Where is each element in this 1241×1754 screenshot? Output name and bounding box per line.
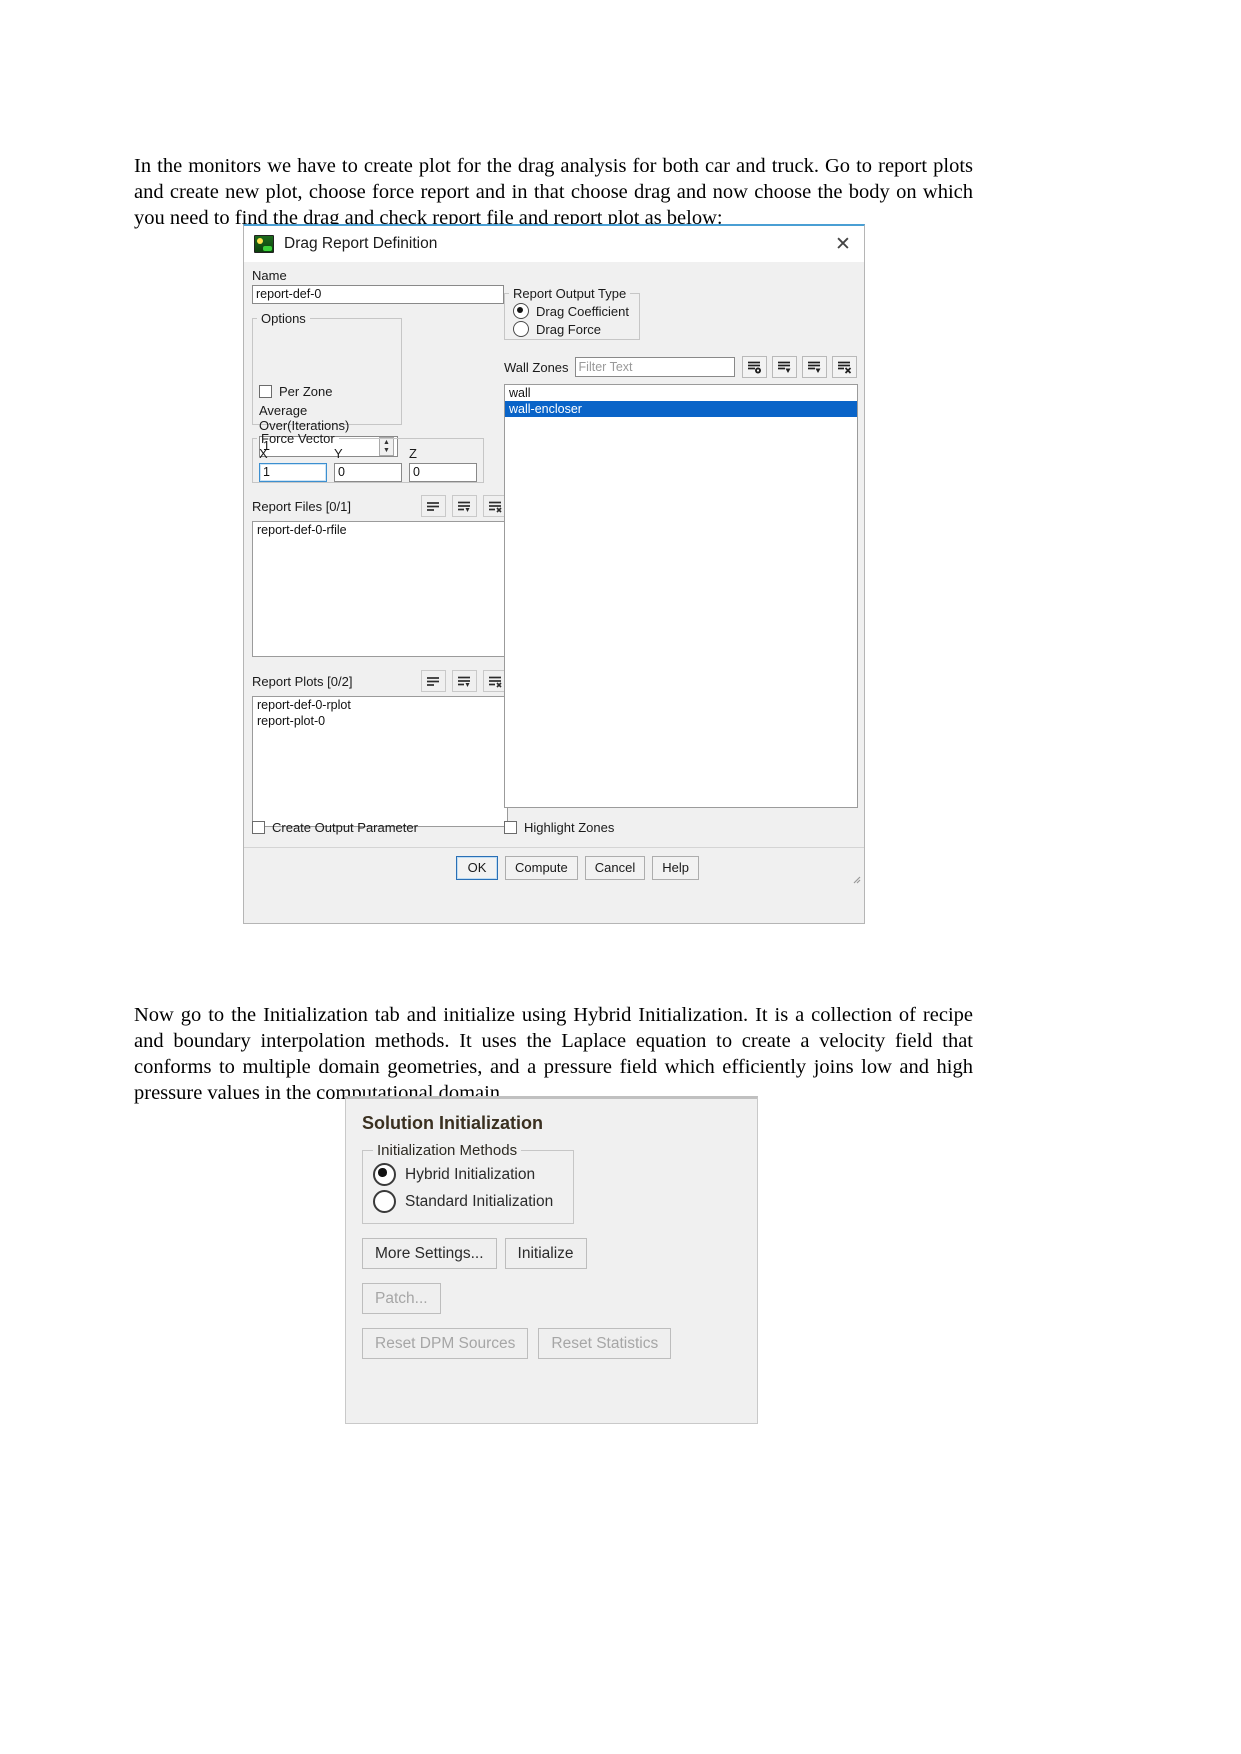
force-vector-z-label: Z [409, 446, 417, 461]
deselect-zones-icon[interactable] [771, 356, 797, 378]
report-files-listbox[interactable]: report-def-0-rfile [252, 521, 508, 657]
resize-grip-icon[interactable] [849, 872, 861, 884]
options-group: Options Per Zone Average Over(Iterations… [252, 311, 402, 457]
solution-initialization-title: Solution Initialization [362, 1113, 543, 1133]
radio-hybrid-initialization-label: Hybrid Initialization [405, 1165, 536, 1183]
help-button[interactable]: Help [652, 855, 699, 880]
highlight-zones-label: Highlight Zones [524, 819, 615, 835]
radio-drag-coefficient-icon[interactable] [513, 303, 529, 319]
initialization-methods-group: Initialization Methods Hybrid Initializa… [362, 1142, 574, 1224]
radio-standard-initialization-label: Standard Initialization [405, 1192, 554, 1210]
dialog-title: Drag Report Definition [284, 235, 438, 252]
report-output-type-group: Report Output Type Drag Coefficient Drag… [504, 286, 640, 340]
drag-report-definition-dialog: Drag Report Definition ✕ Name report-def… [243, 224, 865, 924]
wall-zones-listbox[interactable]: wall wall-encloser [504, 384, 858, 808]
options-legend: Options [261, 311, 306, 326]
fluent-app-icon [254, 235, 274, 253]
name-label: Name [252, 268, 287, 283]
create-output-parameter-row[interactable]: Create Output Parameter [252, 820, 504, 835]
highlight-zones-row[interactable]: Highlight Zones [504, 820, 614, 835]
reset-statistics-button[interactable]: Reset Statistics [538, 1328, 672, 1359]
edit-report-plot-icon[interactable] [452, 670, 477, 692]
force-vector-x-input[interactable]: 1 [259, 463, 327, 482]
list-item[interactable]: report-def-0-rplot [253, 697, 507, 713]
highlight-zones-checkbox[interactable] [504, 820, 517, 834]
force-vector-y-label: Y [334, 446, 343, 461]
wall-zones-filter-input[interactable]: Filter Text [574, 357, 735, 377]
wall-zones-label: Wall Zones [504, 359, 569, 375]
report-plots-listbox[interactable]: report-def-0-rplot report-plot-0 [252, 696, 508, 827]
cancel-button[interactable]: Cancel [584, 855, 646, 880]
select-all-zones-icon[interactable] [741, 356, 767, 378]
list-item[interactable]: wall-encloser [505, 401, 857, 417]
report-plots-header: Report Plots [0/2] [252, 670, 508, 692]
radio-standard-initialization-icon[interactable] [373, 1190, 396, 1213]
clear-zones-icon[interactable] [831, 356, 857, 378]
radio-drag-force-label: Drag Force [536, 321, 602, 337]
wall-zones-header: Wall Zones Filter Text [504, 356, 860, 378]
right-column: Report Output Type Drag Coefficient Drag… [504, 268, 860, 808]
compute-button[interactable]: Compute [505, 855, 578, 880]
radio-drag-coefficient[interactable]: Drag Coefficient [513, 302, 639, 320]
ok-button[interactable]: OK [456, 855, 498, 880]
force-vector-group: Force Vector X 1 Y 0 Z 0 [252, 431, 484, 483]
create-output-parameter-checkbox[interactable] [252, 820, 265, 834]
average-over-label: Average Over(Iterations) [259, 403, 350, 433]
list-item[interactable]: wall [505, 385, 857, 401]
name-input[interactable]: report-def-0 [252, 285, 504, 304]
force-vector-x-label: X [259, 446, 268, 461]
list-item[interactable]: report-plot-0 [253, 713, 507, 729]
radio-standard-initialization[interactable]: Standard Initialization [373, 1188, 563, 1215]
create-output-parameter-label: Create Output Parameter [272, 819, 418, 835]
initialization-methods-legend: Initialization Methods [377, 1142, 518, 1159]
intro-paragraph: In the monitors we have to create plot f… [134, 154, 973, 229]
per-zone-row[interactable]: Per Zone [259, 384, 395, 399]
radio-drag-coefficient-label: Drag Coefficient [536, 303, 629, 319]
edit-report-file-icon[interactable] [452, 495, 477, 517]
initialization-paragraph: Now go to the Initialization tab and ini… [134, 1003, 973, 1104]
more-settings-button[interactable]: More Settings... [362, 1238, 497, 1269]
dialog-bottom-strip: Create Output Parameter Highlight Zones [252, 815, 856, 839]
radio-hybrid-initialization-icon[interactable] [373, 1163, 396, 1186]
force-vector-y-input[interactable]: 0 [334, 463, 402, 482]
force-vector-legend: Force Vector [261, 431, 335, 446]
dialog-footer: OK Compute Cancel Help [244, 847, 864, 887]
per-zone-label: Per Zone [279, 384, 333, 399]
new-report-file-icon[interactable] [421, 495, 446, 517]
new-report-plot-icon[interactable] [421, 670, 446, 692]
list-item[interactable]: report-def-0-rfile [253, 522, 507, 538]
report-files-header: Report Files [0/1] [252, 495, 508, 517]
patch-button[interactable]: Patch... [362, 1283, 441, 1314]
left-column: Name report-def-0 Options Per Zone Avera… [252, 268, 508, 827]
initialize-button[interactable]: Initialize [504, 1238, 587, 1269]
radio-drag-force[interactable]: Drag Force [513, 320, 639, 338]
close-icon[interactable]: ✕ [828, 230, 858, 258]
radio-drag-force-icon[interactable] [513, 321, 529, 337]
report-plots-label: Report Plots [0/2] [252, 673, 353, 689]
radio-hybrid-initialization[interactable]: Hybrid Initialization [373, 1161, 563, 1188]
report-files-label: Report Files [0/1] [252, 498, 351, 514]
force-vector-z-input[interactable]: 0 [409, 463, 477, 482]
report-output-type-legend: Report Output Type [513, 286, 627, 301]
dialog-titlebar: Drag Report Definition ✕ [244, 226, 864, 262]
dialog-body: Name report-def-0 Options Per Zone Avera… [244, 262, 864, 887]
filter-zones-icon[interactable] [801, 356, 827, 378]
per-zone-checkbox[interactable] [259, 385, 272, 398]
reset-dpm-sources-button[interactable]: Reset DPM Sources [362, 1328, 529, 1359]
solution-initialization-panel: Solution Initialization Initialization M… [345, 1096, 758, 1424]
